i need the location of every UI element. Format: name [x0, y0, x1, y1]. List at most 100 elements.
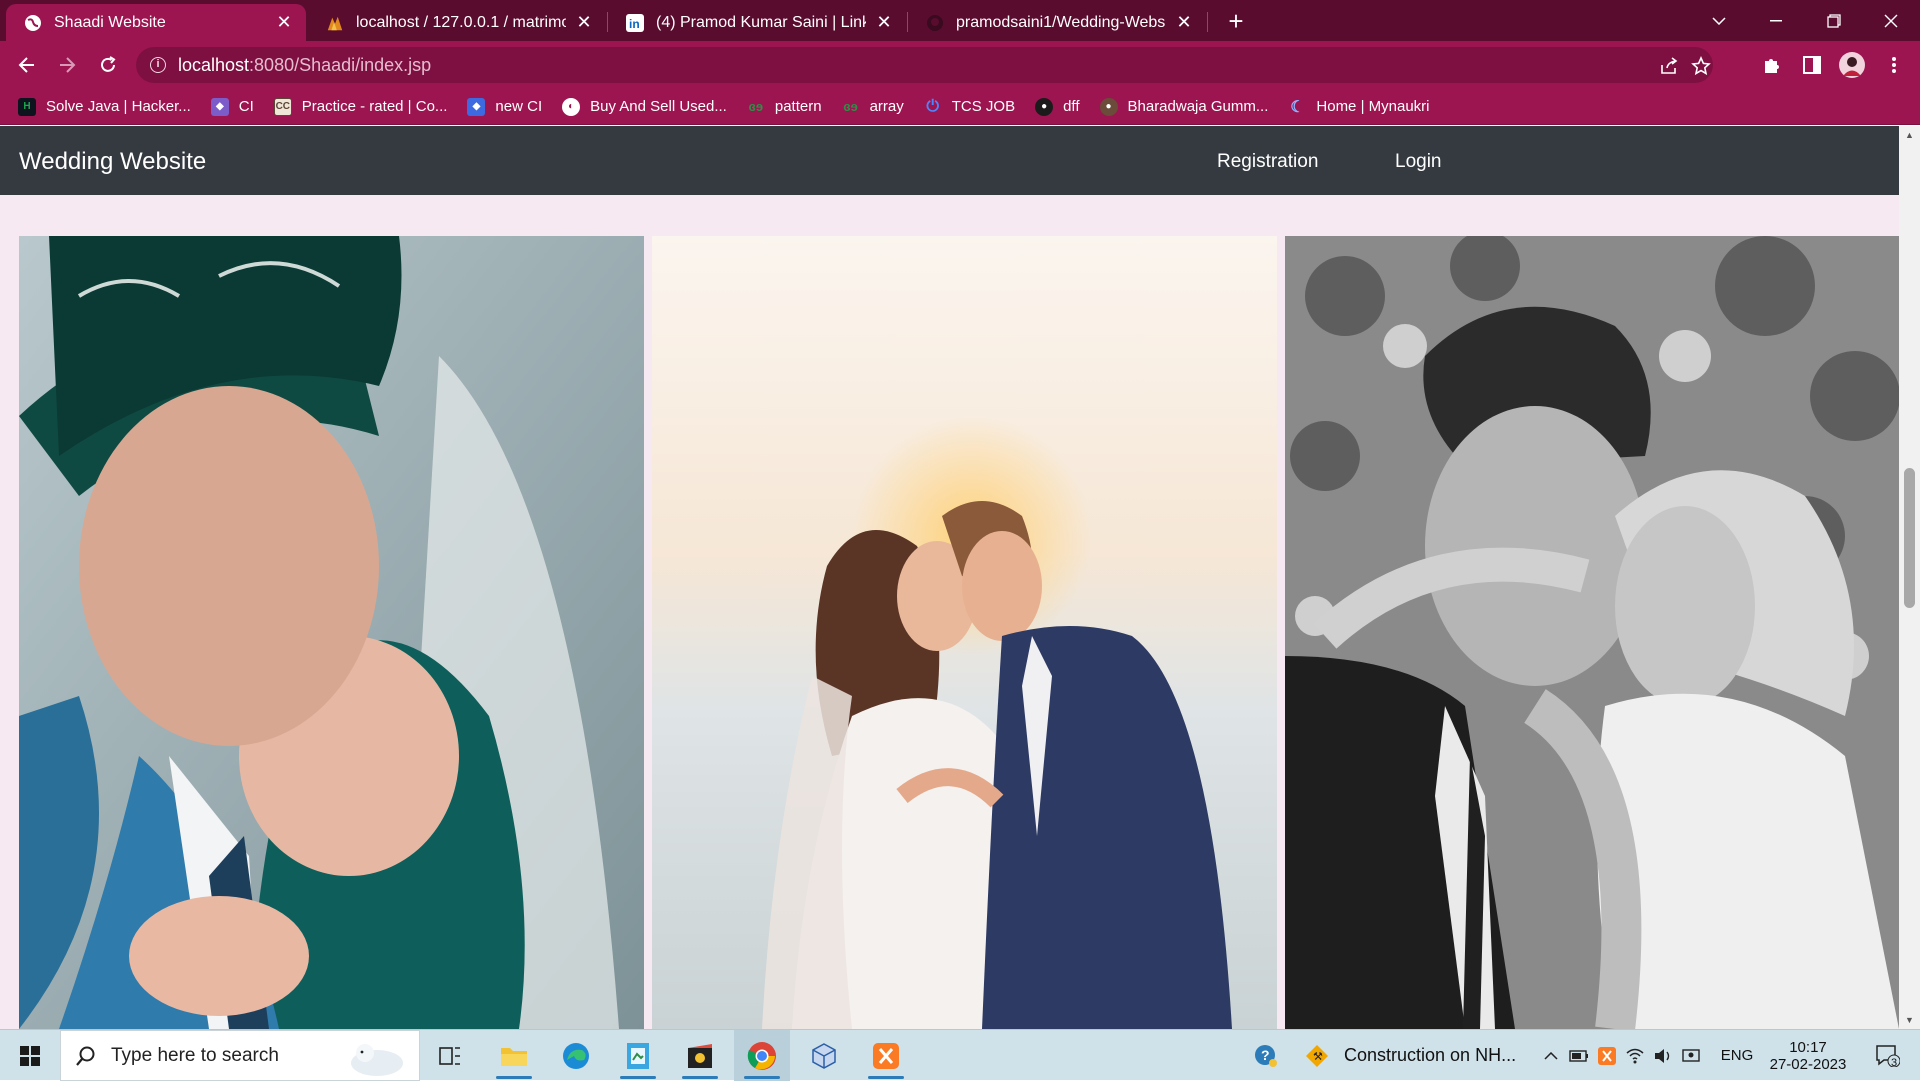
svg-text:?: ?	[1261, 1047, 1270, 1063]
svg-text:⚒: ⚒	[1313, 1051, 1323, 1063]
reload-icon	[101, 56, 116, 72]
site-brand[interactable]: Wedding Website	[19, 148, 206, 176]
gallery-photo-3	[1285, 236, 1910, 1029]
forward-button[interactable]	[51, 49, 83, 81]
bookmark-item[interactable]: ◐ Buy And Sell Used...	[562, 97, 727, 116]
svg-text:in: in	[629, 17, 640, 31]
close-tab-icon[interactable]: ✕	[1172, 11, 1196, 35]
page-viewport: Wedding Website Registration Login ▲ ▼	[0, 126, 1920, 1029]
linkedin-icon: in	[626, 13, 644, 32]
bookmark-item[interactable]: ● dff	[1035, 97, 1080, 116]
traffic-warning-icon: ⚒	[1306, 1044, 1328, 1067]
tab-linkedin[interactable]: in (4) Pramod Kumar Saini | LinkedIn ✕	[608, 4, 906, 41]
tab-title: (4) Pramod Kumar Saini | LinkedIn	[656, 13, 866, 31]
tab-github[interactable]: pramodsaini1/Wedding-Website ✕	[908, 4, 1206, 41]
close-tab-icon[interactable]: ✕	[872, 11, 896, 35]
more-vert-icon	[1892, 57, 1896, 73]
ci-icon: ◆	[467, 97, 486, 116]
nav-link-registration[interactable]: Registration	[1217, 151, 1318, 173]
chevron-up-icon	[1544, 1051, 1558, 1060]
polar-bear-illustration-icon	[351, 1043, 403, 1076]
edge-button[interactable]	[548, 1030, 604, 1081]
notepad-app-button[interactable]	[610, 1030, 666, 1081]
bookmark-item[interactable]: ● Bharadwaja Gumm...	[1099, 97, 1268, 116]
site-info-icon[interactable]: i	[150, 57, 166, 73]
show-hidden-icons-button[interactable]	[1538, 1030, 1564, 1081]
close-tab-icon[interactable]: ✕	[572, 11, 596, 35]
tab-shaadi-website[interactable]: Shaadi Website ✕	[6, 4, 306, 41]
restore-button[interactable]	[1805, 0, 1863, 41]
address-bar[interactable]: i localhost:8080/Shaadi/index.jsp	[136, 47, 1713, 83]
page-scrollbar[interactable]: ▲ ▼	[1899, 126, 1920, 1029]
folder-icon	[501, 1047, 527, 1066]
phpmyadmin-icon	[326, 14, 344, 32]
file-explorer-button[interactable]	[486, 1030, 542, 1081]
notification-center-button[interactable]: 3	[1866, 1030, 1910, 1081]
chrome-button[interactable]	[734, 1030, 790, 1081]
reload-button[interactable]	[92, 49, 124, 81]
bookmark-item[interactable]: ◆ CI	[210, 97, 254, 116]
back-button[interactable]	[11, 49, 43, 81]
bookmarks-bar: H Solve Java | Hacker... ◆ CI CC Practice -…	[0, 89, 1920, 125]
profile-avatar[interactable]	[1836, 49, 1868, 81]
bookmark-item[interactable]: ɞɘ array	[842, 98, 904, 116]
new-tab-button[interactable]: +	[1222, 7, 1250, 35]
scroll-up-arrow[interactable]: ▲	[1899, 126, 1920, 144]
tab-title: Shaadi Website	[54, 13, 166, 31]
windows-logo-icon	[20, 1045, 40, 1066]
bookmark-item[interactable]: ɞɘ pattern	[747, 98, 822, 116]
gallery-photo-1	[19, 236, 644, 1029]
clapperboard-icon	[688, 1043, 712, 1068]
extensions-button[interactable]	[1756, 49, 1788, 81]
news-headline: Construction on NH...	[1344, 1045, 1517, 1065]
couple-photo-image	[19, 236, 644, 1029]
tab-phpmyadmin[interactable]: localhost / 127.0.0.1 / matrimonia ✕	[308, 4, 606, 41]
beach-sunset-photo-image	[652, 236, 1277, 1029]
task-view-button[interactable]	[432, 1030, 468, 1081]
xampp-tray-icon[interactable]	[1594, 1030, 1620, 1081]
meet-now-icon[interactable]	[1678, 1030, 1704, 1081]
xampp-icon	[873, 1042, 899, 1069]
cube-icon	[812, 1042, 836, 1069]
close-window-button[interactable]	[1862, 0, 1920, 41]
side-panel-button[interactable]	[1796, 49, 1828, 81]
wifi-icon[interactable]	[1622, 1030, 1648, 1081]
clock[interactable]: 10:17 27-02-2023	[1766, 1030, 1850, 1081]
start-button[interactable]	[8, 1030, 52, 1081]
minimize-button[interactable]	[1747, 0, 1805, 41]
chrome-icon	[747, 1041, 776, 1070]
bookmark-item[interactable]: CC Practice - rated | Co...	[273, 97, 447, 116]
browser-toolbar: i localhost:8080/Shaadi/index.jsp	[0, 41, 1920, 89]
volume-icon[interactable]	[1650, 1030, 1676, 1081]
help-button[interactable]: ?	[1248, 1030, 1284, 1081]
nav-link-login[interactable]: Login	[1395, 151, 1442, 173]
clock-date: 27-02-2023	[1769, 1055, 1847, 1073]
forward-arrow-icon	[60, 57, 76, 73]
bookmark-item[interactable]: H Solve Java | Hacker...	[18, 97, 191, 116]
share-icon[interactable]	[1659, 56, 1679, 76]
language-indicator[interactable]: ENG	[1712, 1030, 1762, 1081]
app-document-icon	[627, 1042, 649, 1069]
media-app-button[interactable]	[672, 1030, 728, 1081]
codechef-icon: CC	[273, 97, 292, 116]
virtualbox-button[interactable]	[796, 1030, 852, 1081]
globe-icon: ◐	[562, 97, 581, 116]
xampp-button[interactable]	[858, 1030, 914, 1081]
search-placeholder: Type here to search	[111, 1044, 279, 1066]
bookmark-star-icon[interactable]	[1691, 56, 1711, 76]
news-widget[interactable]: ⚒ Construction on NH...	[1304, 1030, 1534, 1081]
black-white-couple-photo-image	[1285, 236, 1900, 1029]
scroll-thumb[interactable]	[1904, 468, 1915, 608]
battery-indicator[interactable]	[1566, 1030, 1592, 1081]
site-navbar: Wedding Website Registration Login	[0, 126, 1899, 195]
close-tab-icon[interactable]: ✕	[272, 11, 296, 35]
tab-search-button[interactable]	[1690, 0, 1748, 41]
bookmark-item[interactable]: ☾ Home | Mynaukri	[1288, 98, 1429, 116]
scroll-down-arrow[interactable]: ▼	[1899, 1011, 1920, 1029]
bookmark-item[interactable]: ◆ new CI	[467, 97, 542, 116]
gfg-icon: ɞɘ	[843, 99, 858, 114]
bookmark-item[interactable]: ⏻ TCS JOB	[924, 98, 1015, 116]
taskbar-search-box[interactable]: Type here to search	[60, 1030, 420, 1081]
help-icon: ?	[1255, 1044, 1277, 1067]
chrome-menu-button[interactable]	[1878, 49, 1910, 81]
